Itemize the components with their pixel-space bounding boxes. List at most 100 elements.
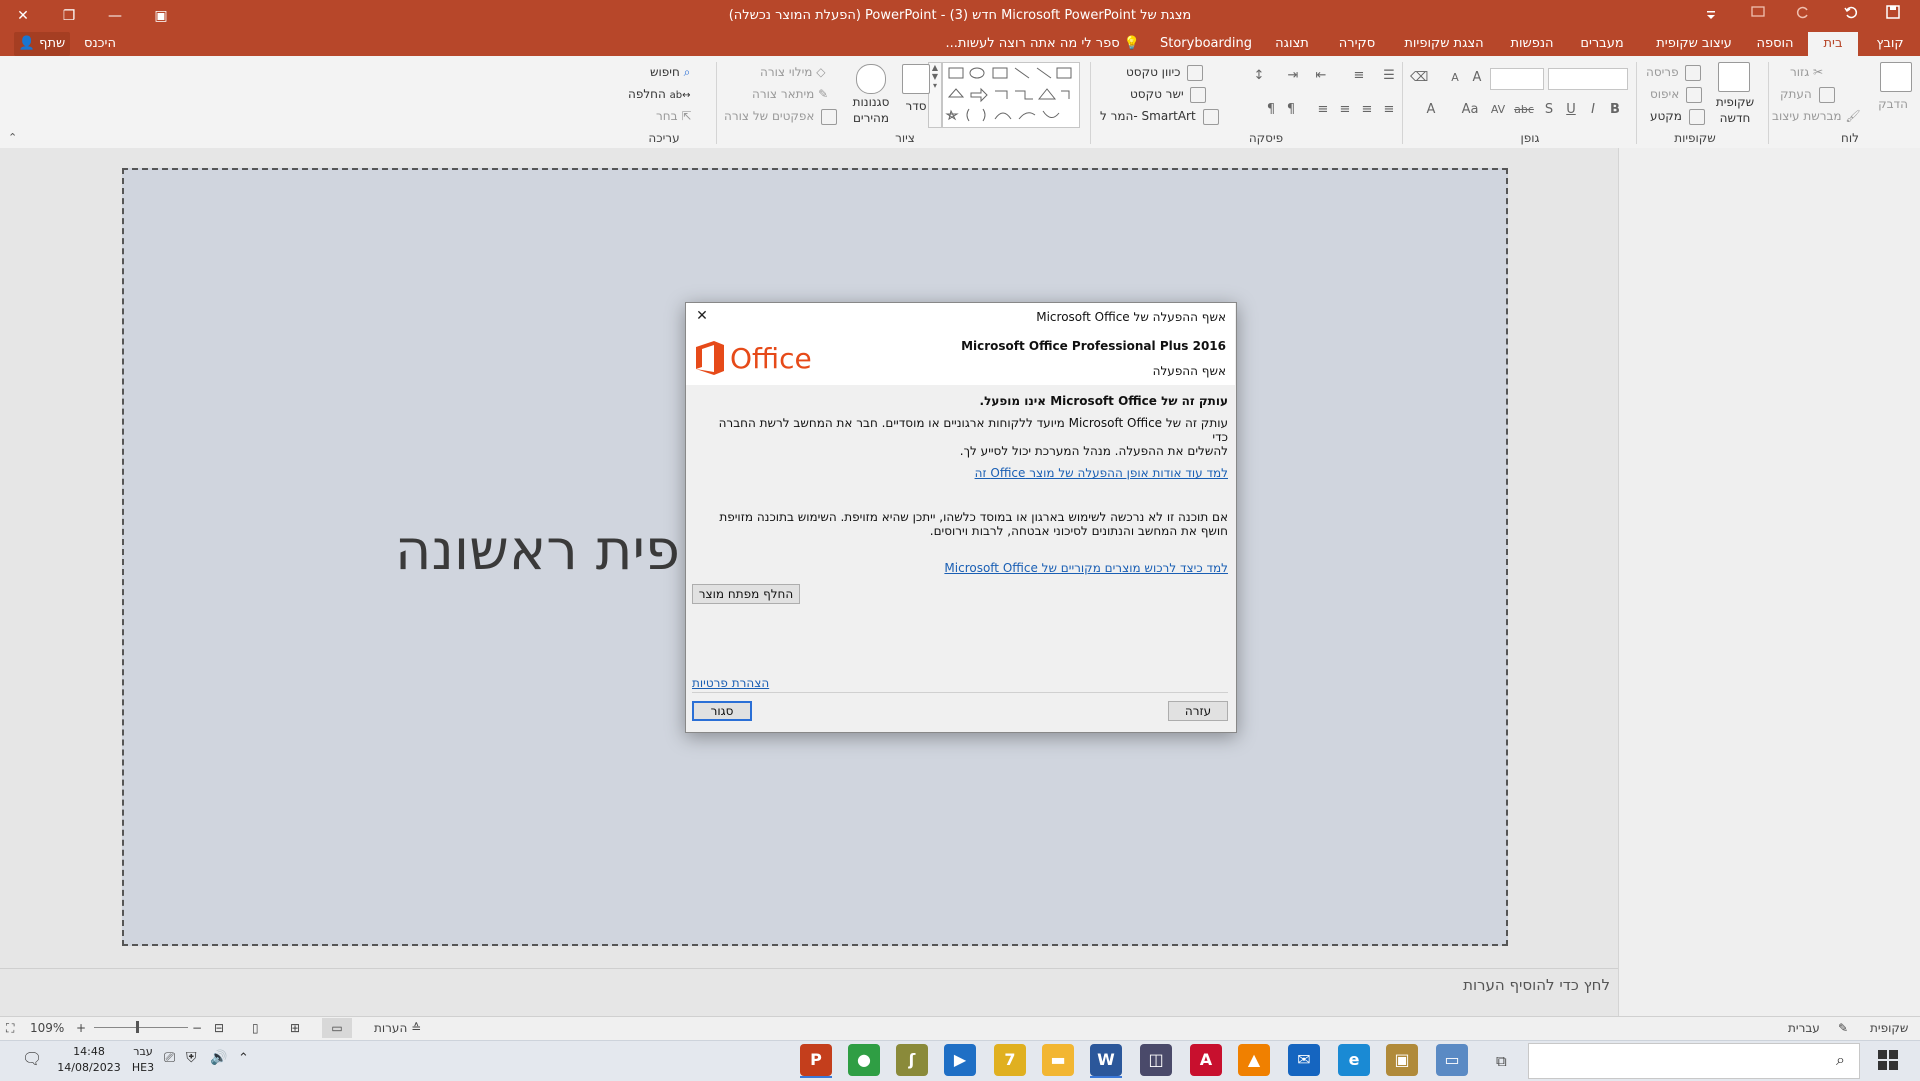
window-close-button[interactable]: ✕: [0, 0, 46, 32]
change-product-key-button[interactable]: החלף מפתח מוצר: [692, 584, 800, 604]
notes-pane[interactable]: [0, 968, 1618, 1019]
format-painter-button[interactable]: מברשת עיצוב 🖌: [1772, 106, 1861, 126]
align-center-icon[interactable]: ≡: [1358, 100, 1376, 120]
tab-home[interactable]: בית: [1808, 32, 1858, 56]
tell-me-search[interactable]: 💡 ספר לי מה אתה רוצה לעשות...: [944, 32, 1140, 56]
tab-design[interactable]: עיצוב שקופית: [1646, 32, 1742, 56]
security-icon[interactable]: ⛨: [186, 1050, 197, 1066]
replace-button[interactable]: החלפה ab↔: [628, 84, 691, 104]
font-color-button[interactable]: A: [1422, 100, 1440, 120]
collapse-ribbon-icon[interactable]: ⌃: [8, 132, 20, 144]
show-hidden-icons-icon[interactable]: ⌃: [238, 1051, 249, 1066]
normal-view-icon[interactable]: ▭: [322, 1018, 352, 1038]
ltr-icon[interactable]: ¶: [1262, 100, 1280, 120]
taskbar-app-app-icon[interactable]: ʃ: [896, 1044, 928, 1076]
share-button[interactable]: 👤 שתף: [14, 32, 70, 56]
slide-sorter-view-icon[interactable]: ⊞: [290, 1018, 300, 1038]
reset-button[interactable]: איפוס: [1650, 84, 1703, 104]
taskbar-app-word-icon[interactable]: W: [1090, 1044, 1122, 1076]
taskbar-search-box[interactable]: [1528, 1043, 1860, 1079]
language-indicator[interactable]: עברית: [1788, 1018, 1820, 1038]
zoom-in-button[interactable]: +: [76, 1018, 86, 1038]
arrange-icon[interactable]: [902, 64, 930, 94]
italic-button[interactable]: I: [1584, 100, 1602, 120]
shapes-gallery[interactable]: [942, 62, 1080, 128]
shape-fill-button[interactable]: מילוי צורה ◇: [760, 62, 826, 82]
save-icon[interactable]: [1880, 4, 1906, 28]
arrange-button[interactable]: סדר: [896, 96, 936, 116]
shape-effects-button[interactable]: אפקטים של צורה: [724, 106, 838, 126]
ribbon-display-button[interactable]: ▣: [138, 0, 184, 32]
slide-sorter-mini-icon[interactable]: ✎: [1838, 1018, 1848, 1038]
shape-outline-button[interactable]: מיתאר צורה ✎: [752, 84, 828, 104]
taskbar-app-explorer-icon[interactable]: ▬: [1042, 1044, 1074, 1076]
tab-insert[interactable]: הוספה: [1748, 32, 1802, 56]
buy-genuine-link[interactable]: למד כיצד לרכוש מוצרים מקוריים של Microso…: [700, 561, 1228, 575]
tab-slideshow[interactable]: הצגת שקופיות: [1392, 32, 1496, 56]
tab-view[interactable]: תצוגה: [1262, 32, 1322, 56]
notes-placeholder[interactable]: לחץ כדי להוסיף הערות: [1463, 976, 1610, 994]
paste-button[interactable]: הדבק: [1870, 94, 1916, 114]
copy-button[interactable]: העתק: [1780, 84, 1835, 104]
select-button[interactable]: בחר ⇱: [656, 106, 691, 126]
grow-font-button[interactable]: A: [1468, 68, 1486, 88]
windows-start-icon[interactable]: [1876, 1048, 1900, 1072]
strikethrough-button[interactable]: abc: [1512, 100, 1536, 120]
dialog-close-icon[interactable]: ✕: [692, 306, 712, 326]
shadow-button[interactable]: S: [1540, 100, 1558, 120]
zoom-out-button[interactable]: −: [192, 1018, 202, 1038]
quick-styles-button-line2[interactable]: מהירים: [848, 108, 894, 128]
rtl-icon[interactable]: ¶: [1282, 100, 1300, 120]
taskbar-app-movies-icon[interactable]: ▶: [944, 1044, 976, 1076]
taskbar-app-mail-icon[interactable]: ✉: [1288, 1044, 1320, 1076]
taskbar-app-app2-icon[interactable]: 7: [994, 1044, 1026, 1076]
volume-icon[interactable]: 🔊: [210, 1050, 227, 1066]
tab-transitions[interactable]: מעברים: [1568, 32, 1636, 56]
section-button[interactable]: מקטע: [1650, 106, 1705, 126]
window-restore-button[interactable]: ❐: [46, 0, 92, 32]
taskbar-app-chrome-icon[interactable]: ●: [848, 1044, 880, 1076]
clear-formatting-icon[interactable]: ⌫: [1410, 68, 1428, 88]
close-button[interactable]: סגור: [692, 701, 752, 721]
signin-link[interactable]: היכנס: [80, 32, 120, 56]
bullets-icon[interactable]: ☰: [1380, 66, 1398, 86]
character-spacing-button[interactable]: AV: [1486, 100, 1510, 120]
tab-animations[interactable]: הנפשות: [1502, 32, 1562, 56]
zoom-level[interactable]: 109%: [30, 1018, 64, 1038]
taskbar-clock[interactable]: 14:48 14/08/2023: [54, 1044, 124, 1076]
new-slide-icon[interactable]: [1718, 62, 1750, 92]
decrease-indent-icon[interactable]: ⇤: [1312, 66, 1330, 86]
align-right-icon[interactable]: ≡: [1380, 100, 1398, 120]
taskbar-app-edge-icon[interactable]: e: [1338, 1044, 1370, 1076]
text-direction-button[interactable]: כיוון טקסט: [1126, 62, 1204, 82]
shapes-gallery-scroll[interactable]: ▲ ▼ ▾: [928, 62, 942, 128]
justify-icon[interactable]: ≡: [1314, 100, 1332, 120]
slideshow-view-icon[interactable]: ⊟: [214, 1018, 224, 1038]
new-slide-button-line2[interactable]: חדשה: [1710, 108, 1760, 128]
notification-icon[interactable]: 🗨: [22, 1049, 42, 1068]
line-spacing-icon[interactable]: ↕: [1250, 66, 1268, 86]
numbering-icon[interactable]: ≡: [1350, 66, 1368, 86]
fit-to-window-icon[interactable]: ⛶: [6, 1018, 14, 1038]
taskbar-app-laptop-icon[interactable]: ▭: [1436, 1044, 1468, 1076]
underline-button[interactable]: U: [1562, 100, 1580, 120]
change-case-button[interactable]: Aa: [1458, 100, 1482, 120]
redo-icon[interactable]: [1790, 4, 1816, 28]
slide-title-placeholder[interactable]: פית ראשונה: [380, 518, 680, 598]
window-minimize-button[interactable]: —: [92, 0, 138, 32]
tab-file[interactable]: קובץ: [1865, 32, 1915, 56]
privacy-statement-link[interactable]: הצהרת פרטיות: [692, 676, 812, 690]
layout-button[interactable]: פריסה: [1646, 62, 1702, 82]
paste-icon[interactable]: [1880, 62, 1912, 92]
taskbar-app-powerpoint-icon[interactable]: P: [800, 1044, 832, 1076]
customize-qat-icon[interactable]: [1698, 4, 1724, 28]
align-left-icon[interactable]: ≡: [1336, 100, 1354, 120]
align-text-button[interactable]: ישר טקסט: [1130, 84, 1207, 104]
learn-activation-link[interactable]: למד עוד אודות אופן ההפעלה של מוצר Office…: [700, 466, 1228, 480]
reading-view-icon[interactable]: ▯: [252, 1018, 259, 1038]
taskbar-app-acrobat-icon[interactable]: A: [1190, 1044, 1222, 1076]
bold-button[interactable]: B: [1606, 100, 1624, 120]
help-button[interactable]: עזרה: [1168, 701, 1228, 721]
taskbar-app-vlc-icon[interactable]: ▲: [1238, 1044, 1270, 1076]
taskbar-app-photos-icon[interactable]: ▣: [1386, 1044, 1418, 1076]
